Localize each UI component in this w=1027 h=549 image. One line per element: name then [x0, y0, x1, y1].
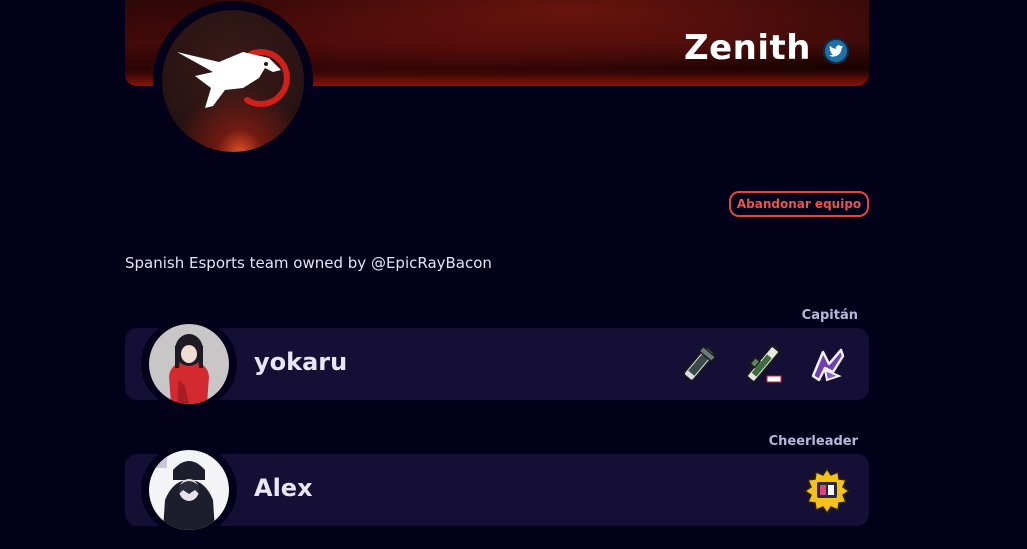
member-role-label: Cheerleader — [768, 434, 858, 449]
anime-girl-red-coat-avatar — [149, 324, 229, 404]
eagle-logo-icon — [162, 10, 304, 152]
member-name[interactable]: Alex — [254, 474, 313, 502]
team-description: Spanish Esports team owned by @EpicRayBa… — [125, 254, 492, 272]
splat-sticker-badge-icon — [803, 466, 851, 514]
member-card[interactable]: Alex — [125, 444, 869, 536]
splatling-weapon-icon — [675, 340, 723, 388]
member-badges — [675, 340, 851, 388]
twitter-icon[interactable] — [823, 38, 849, 64]
anime-girl-hooded-avatar — [149, 450, 229, 530]
leave-team-button[interactable]: Abandonar equipo — [729, 191, 869, 217]
charger-weapon-icon — [739, 340, 787, 388]
team-name: Zenith — [683, 28, 811, 68]
team-logo — [153, 1, 313, 161]
avatar[interactable] — [141, 444, 237, 536]
member-name[interactable]: yokaru — [254, 348, 347, 376]
avatar[interactable] — [141, 318, 237, 410]
member-card[interactable]: yokaru — [125, 318, 869, 410]
twitter-bird-icon — [829, 45, 843, 57]
member-badges — [803, 466, 851, 514]
member-role-label: Capitán — [801, 308, 858, 323]
splat-bomb-icon — [803, 340, 851, 388]
team-page: Zenith Abandonar equipo Spanish Esports … — [0, 0, 1027, 549]
